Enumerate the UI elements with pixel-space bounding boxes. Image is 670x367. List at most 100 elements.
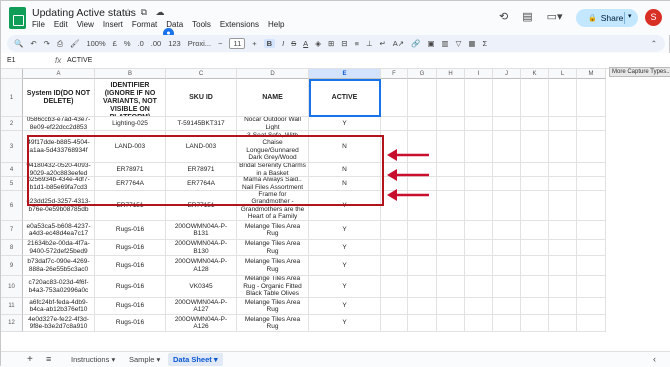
font-select[interactable]: Proxi... — [188, 39, 211, 48]
column-header-g[interactable]: G — [408, 69, 437, 79]
column-header-j[interactable]: J — [493, 69, 521, 79]
table-cell[interactable]: Melange Tiles Area Rug - Organic Fitted … — [237, 276, 309, 298]
meet-icon[interactable]: ▭▾ — [547, 10, 563, 23]
empty-cell[interactable] — [493, 256, 521, 276]
empty-cell[interactable] — [549, 276, 577, 298]
empty-cell[interactable] — [577, 131, 606, 163]
column-header-f[interactable]: F — [381, 69, 408, 79]
empty-cell[interactable] — [437, 131, 465, 163]
empty-cell[interactable] — [577, 298, 606, 315]
empty-cell[interactable] — [381, 117, 408, 131]
name-box[interactable]: E1 — [7, 57, 47, 64]
empty-cell[interactable] — [549, 191, 577, 221]
table-cell[interactable]: 200OWMN04A-P-A127 — [166, 298, 237, 315]
formula-input[interactable]: ACTIVE — [67, 57, 92, 64]
tab-sample[interactable]: Sample ▾ — [129, 355, 160, 364]
row-header[interactable]: 9 — [1, 256, 23, 276]
comment-icon[interactable]: ▣ — [427, 39, 434, 48]
empty-cell[interactable] — [549, 315, 577, 332]
empty-cell[interactable] — [381, 256, 408, 276]
empty-cell[interactable] — [493, 276, 521, 298]
row-header[interactable]: 12 — [1, 315, 23, 332]
empty-cell[interactable] — [408, 117, 437, 131]
empty-cell[interactable] — [577, 163, 606, 177]
empty-cell[interactable] — [437, 177, 465, 191]
italic-button[interactable]: I — [282, 39, 284, 48]
empty-cell[interactable] — [549, 117, 577, 131]
empty-cell[interactable] — [493, 221, 521, 240]
currency-button[interactable]: £ — [113, 39, 117, 48]
chevron-down-icon[interactable]: ▾ — [628, 12, 632, 20]
table-cell[interactable]: Rugs-016 — [95, 240, 166, 256]
table-cell[interactable]: VK0345 — [166, 276, 237, 298]
history-icon[interactable]: ⟲ — [499, 10, 508, 23]
empty-cell[interactable] — [493, 131, 521, 163]
empty-cell[interactable] — [549, 79, 577, 117]
empty-cell[interactable] — [577, 221, 606, 240]
column-header-a[interactable]: A — [23, 69, 95, 79]
empty-cell[interactable] — [577, 117, 606, 131]
table-cell[interactable]: Lighting-025 — [95, 117, 166, 131]
empty-cell[interactable] — [437, 256, 465, 276]
number-format-button[interactable]: 123 — [168, 39, 181, 48]
table-cell[interactable]: Y — [309, 240, 381, 256]
table-cell[interactable]: Y — [309, 315, 381, 332]
empty-cell[interactable] — [549, 298, 577, 315]
header-cell-d[interactable]: NAME — [237, 79, 309, 117]
table-cell[interactable]: T-59145BKT317 — [166, 117, 237, 131]
menu-item-view[interactable]: View — [77, 20, 94, 29]
table-cell[interactable]: 21634b2e-00da-4f7a-9400-572def25bed9 — [23, 240, 95, 256]
table-cell[interactable]: Melange Tiles Area Rug — [237, 256, 309, 276]
empty-cell[interactable] — [465, 240, 493, 256]
table-cell[interactable]: Y — [309, 117, 381, 131]
column-header-c[interactable]: C — [166, 69, 237, 79]
row-header[interactable]: 4 — [1, 163, 23, 177]
empty-cell[interactable] — [381, 298, 408, 315]
row-header[interactable]: 6 — [1, 191, 23, 221]
empty-cell[interactable] — [381, 79, 408, 117]
bold-button[interactable]: B — [263, 39, 276, 48]
row-header[interactable]: 8 — [1, 240, 23, 256]
empty-cell[interactable] — [521, 191, 549, 221]
undo-icon[interactable]: ↶ — [30, 39, 36, 48]
font-size-input[interactable]: 11 — [229, 38, 246, 49]
column-header-i[interactable]: I — [465, 69, 493, 79]
empty-cell[interactable] — [493, 240, 521, 256]
empty-cell[interactable] — [408, 276, 437, 298]
empty-cell[interactable] — [465, 131, 493, 163]
row-header[interactable]: 3 — [1, 131, 23, 163]
vertical-align-icon[interactable]: ⊥ — [366, 39, 373, 48]
empty-cell[interactable] — [521, 117, 549, 131]
header-cell-e[interactable]: ACTIVE — [309, 79, 381, 117]
empty-cell[interactable] — [521, 256, 549, 276]
empty-cell[interactable] — [465, 256, 493, 276]
empty-cell[interactable] — [577, 276, 606, 298]
empty-cell[interactable] — [437, 79, 465, 117]
empty-cell[interactable] — [577, 240, 606, 256]
font-size-minus[interactable]: − — [218, 39, 222, 48]
redo-icon[interactable]: ↷ — [44, 39, 50, 48]
borders-icon[interactable]: ⊞ — [328, 39, 334, 48]
empty-cell[interactable] — [493, 315, 521, 332]
empty-cell[interactable] — [493, 117, 521, 131]
empty-cell[interactable] — [381, 276, 408, 298]
empty-cell[interactable] — [465, 221, 493, 240]
add-sheet-button[interactable]: + — [27, 354, 33, 365]
column-header-d[interactable]: D — [237, 69, 309, 79]
empty-cell[interactable] — [577, 256, 606, 276]
empty-cell[interactable] — [437, 191, 465, 221]
empty-cell[interactable] — [465, 191, 493, 221]
empty-cell[interactable] — [521, 131, 549, 163]
chart-icon[interactable]: ▥ — [442, 39, 449, 48]
empty-cell[interactable] — [381, 221, 408, 240]
empty-cell[interactable] — [521, 163, 549, 177]
sheets-logo-icon[interactable] — [9, 7, 26, 29]
empty-cell[interactable] — [408, 315, 437, 332]
column-header-h[interactable]: H — [437, 69, 465, 79]
empty-cell[interactable] — [408, 240, 437, 256]
table-cell[interactable]: Rugs-016 — [95, 298, 166, 315]
collapse-toolbar-icon[interactable]: ⌃ — [651, 39, 657, 48]
row-header[interactable]: 5 — [1, 177, 23, 191]
decrease-decimal-button[interactable]: .0 — [138, 39, 144, 48]
table-cell[interactable]: Melange Tiles Area Rug — [237, 315, 309, 332]
